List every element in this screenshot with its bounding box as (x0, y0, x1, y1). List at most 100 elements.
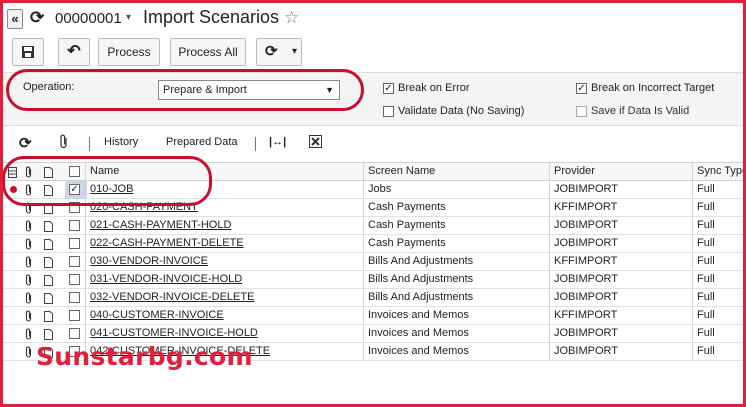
scenario-name-link[interactable]: 040-CUSTOMER-INVOICE (90, 309, 224, 321)
export-excel-icon[interactable] (309, 135, 322, 151)
paperclip-icon[interactable] (21, 217, 36, 234)
sync-type-cell: Full (692, 217, 743, 234)
column-header-name[interactable]: Name (85, 163, 363, 180)
note-icon[interactable] (41, 199, 56, 216)
process-button[interactable]: Process (98, 38, 160, 66)
paperclip-icon[interactable] (59, 134, 69, 152)
row-select-checkbox[interactable] (69, 292, 80, 303)
table-row[interactable]: 032-VENDOR-INVOICE-DELETE Bills And Adjus… (3, 289, 743, 307)
row-select-checkbox[interactable] (69, 328, 80, 339)
note-icon[interactable] (41, 307, 56, 324)
operation-select[interactable]: Prepare & Import ▼ (158, 80, 340, 100)
select-all-checkbox[interactable] (69, 166, 80, 177)
paperclip-icon[interactable] (21, 181, 36, 198)
table-row[interactable]: 021-CASH-PAYMENT-HOLD Cash Payments JOBIMP… (3, 217, 743, 235)
table-row[interactable]: 020-CASH-PAYMENT Cash Payments KFFIMPORT Fu… (3, 199, 743, 217)
row-select-checkbox[interactable] (69, 256, 80, 267)
name-cell[interactable]: 020-CASH-PAYMENT (85, 199, 363, 216)
name-cell[interactable]: 010-JOB (85, 181, 363, 198)
note-icon[interactable] (41, 253, 56, 270)
validate-data-checkbox[interactable] (383, 106, 394, 117)
row-select-checkbox[interactable] (69, 238, 80, 249)
parameters-panel: Operation: Prepare & Import ▼ ✓ Break on… (3, 72, 743, 126)
column-header-provider[interactable]: Provider (549, 163, 692, 180)
scenario-name-link[interactable]: 022-CASH-PAYMENT-DELETE (90, 237, 244, 249)
row-select-checkbox[interactable] (69, 220, 80, 231)
note-icon[interactable] (41, 217, 56, 234)
paperclip-icon[interactable] (21, 235, 36, 252)
scenario-name-link[interactable]: 030-VENDOR-INVOICE (90, 255, 208, 267)
favorite-star-icon[interactable]: ☆ (284, 8, 299, 28)
table-row[interactable]: 041-CUSTOMER-INVOICE-HOLD Invoices and Me… (3, 325, 743, 343)
sync-type-cell: Full (692, 199, 743, 216)
table-row[interactable]: 030-VENDOR-INVOICE Bills And Adjustments K… (3, 253, 743, 271)
break-on-error-checkbox[interactable]: ✓ (383, 83, 394, 94)
note-icon[interactable] (41, 235, 56, 252)
screen-id-dropdown-icon[interactable]: ▾ (126, 12, 131, 23)
grid-refresh-icon[interactable]: ⟳ (19, 134, 32, 152)
scenario-name-link[interactable]: 032-VENDOR-INVOICE-DELETE (90, 291, 254, 303)
paperclip-icon[interactable] (21, 199, 36, 216)
history-button[interactable]: History (104, 136, 138, 148)
name-cell[interactable]: 021-CASH-PAYMENT-HOLD (85, 217, 363, 234)
scenario-name-link[interactable]: 010-JOB (90, 183, 133, 195)
save-if-valid-checkbox[interactable] (576, 106, 587, 117)
row-select-checkbox[interactable]: ✓ (69, 184, 80, 195)
table-row[interactable]: 031-VENDOR-INVOICE-HOLD Bills And Adjustm… (3, 271, 743, 289)
provider-cell: JOBIMPORT (549, 217, 692, 234)
screen-name-cell: Cash Payments (363, 235, 549, 252)
provider-cell: KFFIMPORT (549, 253, 692, 270)
prepared-data-button[interactable]: Prepared Data (166, 136, 238, 148)
note-icon[interactable] (41, 325, 56, 342)
scenario-name-link[interactable]: 031-VENDOR-INVOICE-HOLD (90, 273, 242, 285)
sync-type-cell: Full (692, 181, 743, 198)
save-button[interactable] (12, 38, 44, 66)
column-header-screen-name[interactable]: Screen Name (363, 163, 549, 180)
row-select-checkbox[interactable] (69, 310, 80, 321)
paperclip-icon[interactable] (21, 289, 36, 306)
name-cell[interactable]: 041-CUSTOMER-INVOICE-HOLD (85, 325, 363, 342)
name-cell[interactable]: 031-VENDOR-INVOICE-HOLD (85, 271, 363, 288)
schedule-button[interactable]: ⟳ ▾ (256, 38, 302, 66)
paperclip-icon[interactable] (21, 325, 36, 342)
row-select-checkbox[interactable] (69, 202, 80, 213)
break-on-incorrect-target-checkbox[interactable]: ✓ (576, 83, 587, 94)
scenario-name-link[interactable]: 020-CASH-PAYMENT (90, 201, 198, 213)
paperclip-icon[interactable] (21, 271, 36, 288)
sync-type-cell: Full (692, 271, 743, 288)
row-select-checkbox[interactable] (69, 274, 80, 285)
screen-name-cell: Jobs (363, 181, 549, 198)
screen-name-cell: Invoices and Memos (363, 343, 549, 360)
fit-columns-icon[interactable]: |↔| (269, 136, 286, 148)
grid-toolbar: ⟳ History Prepared Data |↔| (3, 130, 743, 158)
note-icon[interactable] (41, 181, 56, 198)
paperclip-icon[interactable] (21, 343, 36, 360)
note-icon[interactable] (41, 271, 56, 288)
sync-type-cell: Full (692, 253, 743, 270)
provider-cell: JOBIMPORT (549, 235, 692, 252)
name-cell[interactable]: 040-CUSTOMER-INVOICE (85, 307, 363, 324)
name-cell[interactable]: 030-VENDOR-INVOICE (85, 253, 363, 270)
refresh-icon[interactable]: ⟳ (30, 8, 44, 28)
provider-cell: KFFIMPORT (549, 307, 692, 324)
scenario-name-link[interactable]: 041-CUSTOMER-INVOICE-HOLD (90, 327, 258, 339)
screen-id: 00000001 (55, 10, 122, 27)
column-header-sync-type[interactable]: Sync Type (692, 163, 743, 180)
sync-type-cell: Full (692, 235, 743, 252)
table-row[interactable]: 040-CUSTOMER-INVOICE Invoices and Memos KF… (3, 307, 743, 325)
screen-name-cell: Bills And Adjustments (363, 289, 549, 306)
note-icon[interactable] (41, 289, 56, 306)
undo-button[interactable]: ↶ (58, 38, 90, 66)
save-if-valid-label: Save if Data Is Valid (591, 105, 690, 117)
table-row[interactable]: 022-CASH-PAYMENT-DELETE Cash Payments JOBI… (3, 235, 743, 253)
collapse-icon[interactable]: « (7, 9, 23, 29)
name-cell[interactable]: 022-CASH-PAYMENT-DELETE (85, 235, 363, 252)
toolbar-divider (89, 137, 90, 151)
note-icon (41, 163, 56, 180)
scenario-name-link[interactable]: 021-CASH-PAYMENT-HOLD (90, 219, 231, 231)
paperclip-icon[interactable] (21, 307, 36, 324)
table-row[interactable]: ✓ 010-JOB Jobs JOBIMPORT Full (3, 181, 743, 199)
process-all-button[interactable]: Process All (170, 38, 246, 66)
paperclip-icon[interactable] (21, 253, 36, 270)
name-cell[interactable]: 032-VENDOR-INVOICE-DELETE (85, 289, 363, 306)
